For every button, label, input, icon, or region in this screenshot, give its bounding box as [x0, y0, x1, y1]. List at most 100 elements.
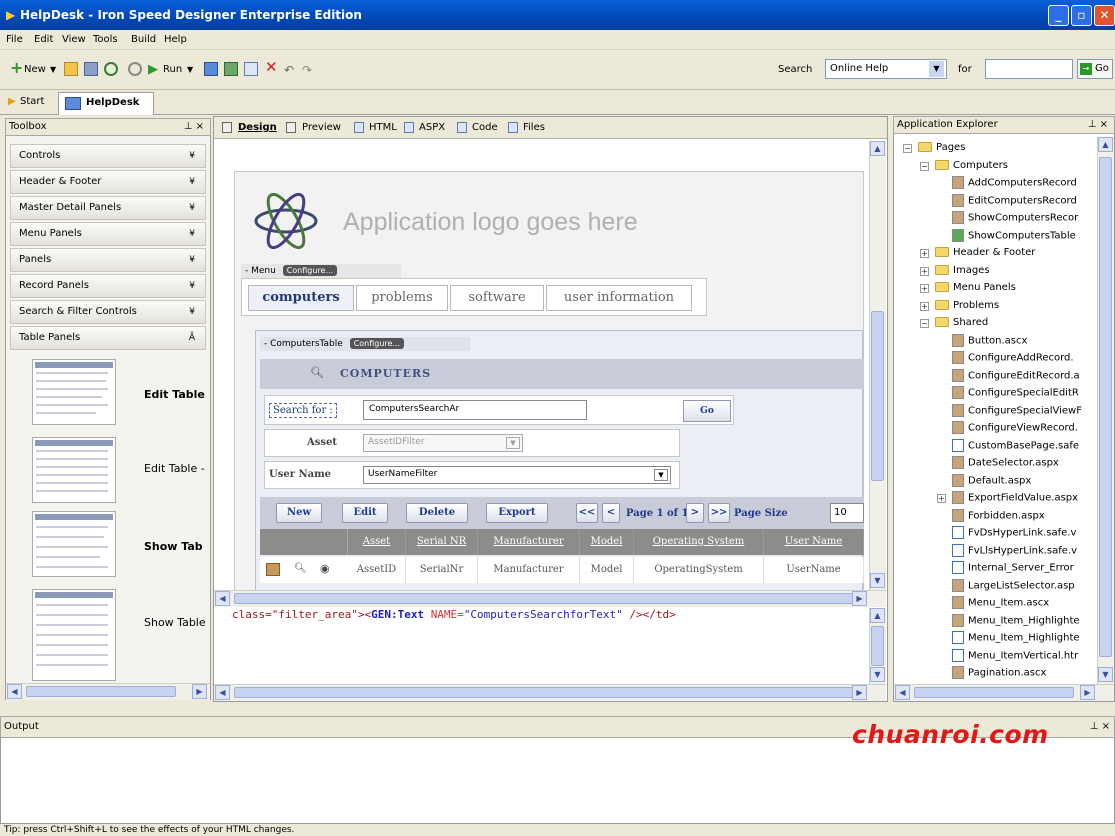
tree-item[interactable]: Internal_Server_Error	[952, 561, 1074, 575]
open-folder-icon[interactable]	[64, 62, 78, 76]
scroll-right-icon[interactable]: ▶	[852, 685, 867, 700]
scroll-down-icon[interactable]: ▼	[870, 573, 885, 588]
maximize-button[interactable]: ▫	[1071, 5, 1092, 26]
collapse-icon[interactable]: −	[920, 319, 929, 328]
menu-help[interactable]: Help	[164, 34, 187, 45]
code-vscrollbar[interactable]: ▲ ▼	[869, 608, 886, 684]
username-filter-select[interactable]: UserNameFilter ▼	[363, 466, 671, 484]
pin-close-icon[interactable]: ⊥ ×	[1088, 117, 1108, 133]
scroll-right-icon[interactable]: ▶	[1080, 685, 1095, 700]
page-size-input[interactable]: 10	[830, 503, 864, 523]
expand-icon[interactable]: +	[937, 494, 946, 503]
pin-close-icon[interactable]: ⊥ ×	[1090, 717, 1110, 737]
run-dropdown-icon[interactable]: ▼	[187, 63, 193, 77]
tree-item[interactable]: Forbidden.aspx	[952, 508, 1045, 523]
collapse-icon[interactable]: −	[903, 144, 912, 153]
scroll-up-icon[interactable]: ▲	[870, 141, 885, 156]
scroll-left-icon[interactable]: ◀	[215, 591, 230, 606]
toolbox-item-show-table[interactable]: Show Tab	[144, 540, 203, 553]
tab-helpdesk[interactable]: HelpDesk	[58, 92, 154, 115]
menu-tab-user-information[interactable]: user information	[546, 285, 692, 311]
toolbox-item-show-table-2[interactable]: Show Table	[144, 616, 206, 629]
chevron-down-icon[interactable]: ▼	[929, 61, 944, 77]
table-configure-button[interactable]: Configure...	[349, 338, 405, 349]
menu-tab-software[interactable]: software	[450, 285, 544, 311]
tree-item[interactable]: ConfigureViewRecord.	[952, 421, 1078, 435]
search-go-button[interactable]: → Go	[1077, 59, 1113, 79]
tab-html[interactable]: HTML	[369, 122, 397, 133]
scroll-thumb[interactable]	[234, 687, 854, 698]
new-dropdown-icon[interactable]: ▼	[50, 63, 56, 77]
scroll-right-icon[interactable]: ▶	[192, 684, 207, 699]
toolbox-hscrollbar[interactable]: ◀ ▶	[6, 683, 210, 700]
tree-item[interactable]: Shared	[935, 316, 988, 330]
tab-aspx[interactable]: ASPX	[419, 122, 445, 133]
tree-item[interactable]: AddComputersRecord	[952, 176, 1077, 190]
column-header-serial[interactable]: Serial NR	[406, 529, 478, 555]
scroll-down-icon[interactable]: ▼	[1098, 667, 1113, 682]
page-icon[interactable]	[224, 62, 238, 76]
refresh-icon[interactable]	[104, 62, 118, 76]
tree-item[interactable]: FvLlsHyperLink.safe.v	[952, 543, 1077, 558]
tree-item[interactable]: Menu_Item.ascx	[952, 596, 1049, 610]
tree-item[interactable]: Default.aspx	[952, 473, 1031, 488]
tab-files[interactable]: Files	[523, 122, 545, 133]
menu-view[interactable]: View	[62, 34, 86, 45]
explorer-vscrollbar[interactable]: ▲ ▼	[1097, 137, 1114, 684]
view-row-icon[interactable]: 🔍︎	[294, 563, 307, 574]
scroll-thumb[interactable]	[871, 626, 884, 666]
toolbox-group-header-footer[interactable]: Header & Footer ¥	[10, 170, 206, 194]
search-scope-select[interactable]: Online Help ▼	[825, 59, 947, 79]
menu-tab-computers[interactable]: computers	[248, 285, 354, 311]
scroll-thumb[interactable]	[234, 593, 854, 604]
tab-preview[interactable]: Preview	[302, 122, 341, 133]
delete-button[interactable]: Delete	[406, 503, 468, 523]
search-go-button[interactable]: Go	[683, 400, 731, 422]
column-header-asset[interactable]: Asset	[348, 529, 406, 555]
html-code-pane[interactable]: class="filter_area"><GEN:Text NAME="Comp…	[214, 608, 868, 683]
delete-icon[interactable]: ✕	[265, 60, 278, 75]
asset-filter-select[interactable]: AssetIDFilter ▼	[363, 434, 523, 452]
pin-close-icon[interactable]: ⊥ ×	[184, 119, 204, 135]
output-text-area[interactable]	[1, 739, 1114, 823]
menu-tab-problems[interactable]: problems	[356, 285, 448, 311]
menu-file[interactable]: File	[6, 34, 23, 45]
scroll-down-icon[interactable]: ▼	[870, 667, 885, 682]
expand-icon[interactable]: +	[920, 266, 929, 276]
tree-item[interactable]: FvDsHyperLink.safe.v	[952, 526, 1076, 540]
tab-code[interactable]: Code	[472, 122, 498, 133]
tree-item[interactable]: Button.ascx	[952, 333, 1027, 348]
search-input[interactable]	[985, 59, 1073, 79]
save-icon[interactable]	[84, 62, 98, 76]
settings-icon[interactable]	[128, 62, 142, 76]
new-button[interactable]: New	[276, 503, 322, 523]
run-button[interactable]: Run	[163, 63, 182, 77]
tree-item[interactable]: EditComputersRecord	[952, 193, 1077, 208]
prev-page-button[interactable]: <	[602, 503, 620, 523]
show-table-thumbnail[interactable]	[32, 511, 116, 577]
tree-item[interactable]: Computers	[935, 159, 1008, 173]
tree-item[interactable]: Menu_Item_Highlighte	[952, 631, 1080, 645]
tree-item[interactable]: ExportFieldValue.aspx	[952, 491, 1078, 505]
toolbox-item-edit-table-2[interactable]: Edit Table -	[144, 462, 205, 475]
column-header-username[interactable]: User Name	[764, 529, 864, 555]
menu-build[interactable]: Build	[131, 34, 156, 45]
toolbox-group-panels[interactable]: Panels ¥	[10, 248, 206, 272]
scroll-left-icon[interactable]: ◀	[215, 685, 230, 700]
column-header-manufacturer[interactable]: Manufacturer	[478, 529, 580, 555]
toolbox-item-edit-table[interactable]: Edit Table	[144, 388, 205, 401]
tree-item[interactable]: Menu Panels	[935, 281, 1016, 295]
tree-item[interactable]: ConfigureAddRecord.	[952, 351, 1074, 365]
tree-item[interactable]: ConfigureSpecialEditR	[952, 386, 1079, 400]
menu-edit[interactable]: Edit	[34, 34, 53, 45]
show-table-2-thumbnail[interactable]	[32, 589, 116, 681]
scroll-right-icon[interactable]: ▶	[852, 591, 867, 606]
tree-item[interactable]: ShowComputersRecor	[952, 211, 1078, 225]
expand-icon[interactable]: +	[920, 301, 929, 311]
scroll-up-icon[interactable]: ▲	[1098, 137, 1113, 152]
design-canvas[interactable]: Application logo goes here - Menu Config…	[214, 141, 868, 591]
export-button[interactable]: Export	[486, 503, 548, 523]
canvas-hscrollbar[interactable]: ◀ ▶	[214, 590, 886, 607]
scroll-up-icon[interactable]: ▲	[870, 608, 885, 623]
edit-button[interactable]: Edit	[342, 503, 388, 523]
